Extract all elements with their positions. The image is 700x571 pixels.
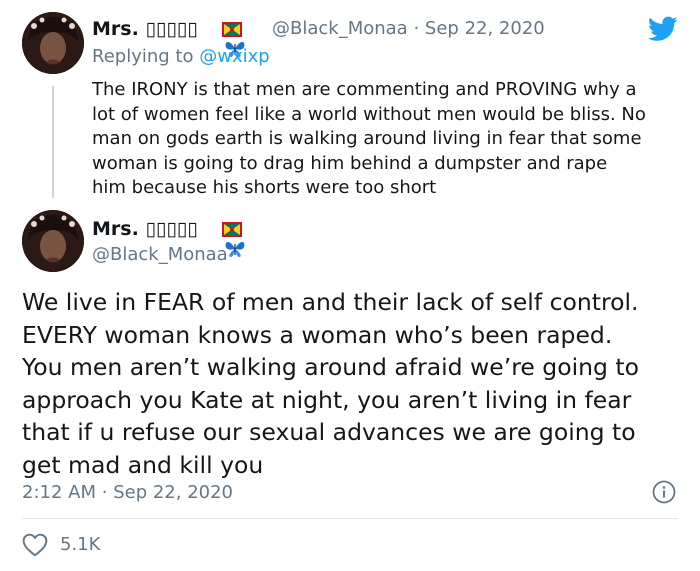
main-text-line: get mad and kill you — [22, 450, 264, 479]
reply-text-line: him because his shorts were too short — [92, 177, 437, 198]
main-display-name: Mrs. — [92, 218, 139, 240]
main-timestamp[interactable]: 2:12 AM · Sep 22, 2020 — [22, 482, 233, 503]
main-name-glyphs: ▯▯▯▯▯ — [145, 218, 198, 240]
main-name-emojis — [222, 220, 268, 257]
reply-author-name[interactable]: Mrs. ▯▯▯▯▯ — [92, 18, 198, 40]
reply-date[interactable]: Sep 22, 2020 — [425, 18, 545, 39]
replying-prefix: Replying to — [92, 46, 194, 67]
reply-separator: · — [413, 18, 420, 39]
twitter-bird-icon[interactable] — [647, 16, 678, 42]
main-text-line: EVERY woman knows a woman who’s been rap… — [22, 320, 613, 349]
tweet-divider — [22, 518, 678, 519]
reply-text-line: man on gods earth is walking around livi… — [92, 128, 642, 149]
grenada-flag-icon — [222, 22, 242, 37]
reply-text-line: woman is going to drag him behind a dump… — [92, 152, 608, 174]
reply-author-avatar[interactable] — [22, 12, 84, 74]
info-icon[interactable] — [652, 480, 676, 504]
main-tweet-text: We live in FEAR of men and their lack of… — [22, 286, 692, 481]
main-text-line: approach you Kate at night, you aren’t l… — [22, 385, 632, 414]
main-text-line: We live in FEAR of men and their lack of… — [22, 288, 639, 316]
heart-icon[interactable] — [22, 533, 48, 557]
main-date: Sep 22, 2020 — [113, 482, 234, 503]
reply-handle-date: @Black_Monaa · Sep 22, 2020 — [272, 18, 545, 39]
main-author-avatar[interactable] — [22, 210, 84, 272]
like-count[interactable]: 5.1K — [60, 534, 100, 555]
reply-display-name: Mrs. — [92, 18, 139, 40]
replying-to-handle[interactable]: @wxixp — [199, 46, 269, 67]
reply-text-line: The IRONY is that men are commenting and… — [92, 79, 637, 100]
main-time: 2:12 AM — [22, 482, 96, 503]
main-text-line: You men aren’t walking around afraid we’… — [22, 353, 639, 381]
main-author-name[interactable]: Mrs. ▯▯▯▯▯ — [92, 218, 198, 240]
main-text-line: that if u refuse our sexual advances we … — [22, 418, 636, 446]
thread-connector-line — [52, 86, 54, 198]
reply-text-line: lot of women feel like a world without m… — [92, 103, 646, 125]
reply-name-emojis — [222, 20, 268, 57]
main-separator: · — [101, 482, 108, 503]
reply-name-glyphs: ▯▯▯▯▯ — [145, 18, 198, 40]
reply-tweet-text: The IRONY is that men are commenting and… — [92, 78, 692, 201]
main-handle[interactable]: @Black_Monaa — [92, 244, 228, 265]
replying-to-line: Replying to @wxixp — [92, 46, 270, 67]
reply-handle[interactable]: @Black_Monaa — [272, 18, 408, 39]
grenada-flag-icon — [222, 222, 242, 237]
